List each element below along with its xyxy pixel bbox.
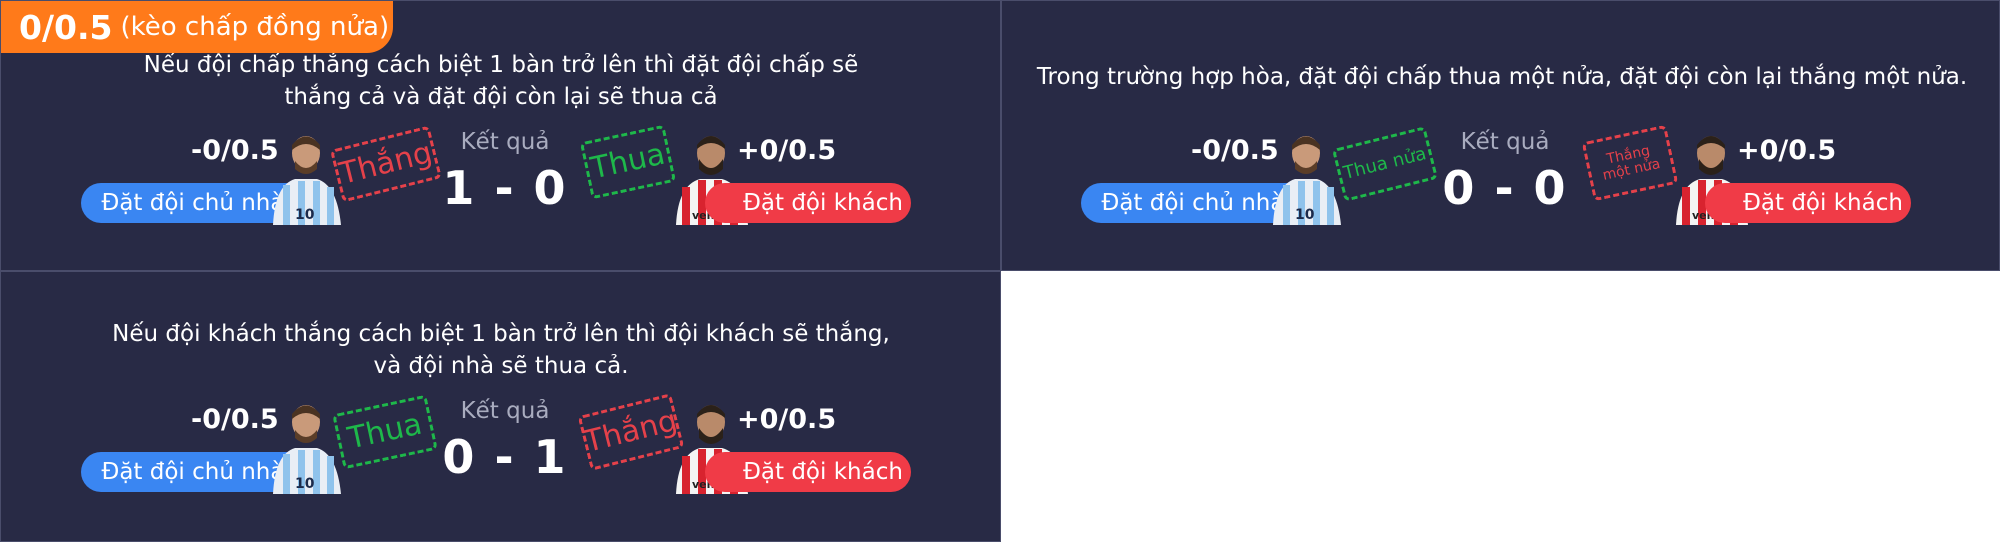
half-lose-stamp: Thua nửa: [1331, 126, 1439, 202]
match-score: 0 - 1: [442, 430, 568, 484]
half-win-stamp: Thắng một nửa: [1581, 124, 1679, 202]
scenario-description: Trong trường hợp hòa, đặt đội chấp thua …: [1032, 61, 1972, 93]
description-line: Trong trường hợp hòa, đặt đội chấp thua …: [1036, 64, 1968, 90]
match-score: 0 - 0: [1442, 161, 1568, 215]
handicap-odds: 0/0.5: [19, 7, 113, 47]
scenario-description: Nếu đội chấp thắng cách biệt 1 bàn trở l…: [61, 49, 941, 113]
match-row: -0/0.5 Đặt đội chủ nhà Thua nửa Kết quả …: [1005, 123, 1925, 233]
home-player-icon: [1273, 136, 1341, 225]
away-odds: +0/0.5: [1737, 135, 1837, 166]
match-score: 1 - 0: [442, 161, 568, 215]
lose-stamp: Thua: [579, 124, 677, 200]
bet-away-button[interactable]: Đặt đội khách: [1705, 183, 1911, 223]
away-odds: +0/0.5: [737, 135, 837, 166]
home-player-icon: [273, 405, 341, 494]
description-line: và đội nhà sẽ thua cả.: [373, 353, 629, 379]
scenario-description: Nếu đội khách thắng cách biệt 1 bàn trở …: [61, 318, 941, 382]
win-stamp: Thắng: [577, 393, 685, 471]
lose-stamp: Thua: [332, 394, 438, 470]
handicap-title-tag: 0/0.5 (kèo chấp đồng nửa): [1, 1, 393, 53]
description-line: Nếu đội khách thắng cách biệt 1 bàn trở …: [112, 321, 890, 347]
scenario-panel-away-win: Nếu đội khách thắng cách biệt 1 bàn trở …: [0, 271, 1001, 542]
result-label: Kết quả: [460, 398, 550, 424]
away-odds: +0/0.5: [737, 404, 837, 435]
result-label: Kết quả: [460, 129, 550, 155]
description-line: Nếu đội chấp thắng cách biệt 1 bàn trở l…: [143, 52, 859, 78]
handicap-subtitle: (kèo chấp đồng nửa): [120, 12, 390, 42]
scenario-panel-home-win: 0/0.5 (kèo chấp đồng nửa) Nếu đội chấp t…: [0, 0, 1001, 271]
home-player-icon: [273, 136, 341, 225]
bet-away-button[interactable]: Đặt đội khách: [705, 452, 911, 492]
bet-away-button[interactable]: Đặt đội khách: [705, 183, 911, 223]
result-label: Kết quả: [1460, 129, 1550, 155]
description-line: thắng cả và đặt đội còn lại sẽ thua cả: [284, 84, 718, 110]
match-row: -0/0.5 Đặt đội chủ nhà Thua Kết quả 0 - …: [5, 392, 925, 502]
match-row: -0/0.5 Đặt đội chủ nhà Thắng Kết quả 1 -…: [5, 123, 925, 233]
scenario-panel-draw: Trong trường hợp hòa, đặt đội chấp thua …: [1001, 0, 2000, 271]
